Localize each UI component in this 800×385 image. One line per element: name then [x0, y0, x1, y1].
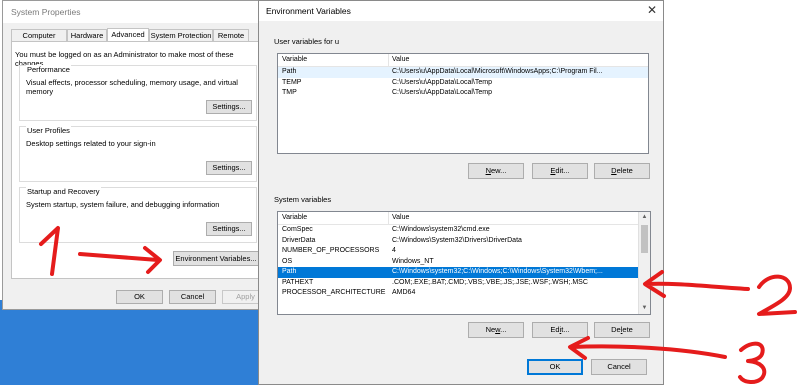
environment-variables-titlebar[interactable]: Environment Variables ✕	[259, 1, 663, 21]
startup-recovery-group: Startup and Recovery System startup, sys…	[19, 187, 257, 243]
variable-name: Path	[282, 268, 297, 275]
system-properties-window: System Properties Computer Name Hardware…	[2, 0, 269, 310]
tab-system-protection[interactable]: System Protection	[149, 29, 213, 41]
variable-value: C:\Users\u\AppData\Local\Temp	[392, 89, 492, 96]
environment-variables-button[interactable]: Environment Variables...	[173, 251, 259, 266]
list-item[interactable]: TEMP C:\Users\u\AppData\Local\Temp	[278, 78, 648, 89]
close-icon[interactable]: ✕	[645, 3, 659, 17]
column-header-variable[interactable]: Variable	[282, 56, 307, 63]
list-item[interactable]: NUMBER_OF_PROCESSORS 4	[278, 246, 650, 257]
list-item[interactable]: PATHEXT .COM;.EXE;.BAT;.CMD;.VBS;.VBE;.JS…	[278, 278, 650, 289]
list-item[interactable]: OS Windows_NT	[278, 257, 650, 268]
list-item[interactable]: DriverData C:\Windows\System32\Drivers\Dr…	[278, 236, 650, 247]
tab-advanced[interactable]: Advanced	[107, 28, 149, 42]
user-profiles-description: Desktop settings related to your sign-in	[26, 139, 156, 148]
scroll-thumb[interactable]	[641, 225, 648, 253]
column-header-value[interactable]: Value	[392, 214, 409, 221]
system-delete-button[interactable]: Delete	[594, 322, 650, 338]
user-variables-header: Variable Value	[278, 54, 648, 67]
tab-remote[interactable]: Remote	[213, 29, 249, 41]
variable-name: Path	[282, 68, 297, 75]
system-new-button[interactable]: New...	[468, 322, 524, 338]
system-properties-titlebar[interactable]: System Properties	[3, 1, 263, 23]
button-label-part: De	[611, 325, 621, 334]
variable-name: PATHEXT	[282, 278, 314, 286]
column-header-variable[interactable]: Variable	[282, 214, 307, 221]
variable-value: C:\Windows\system32\cmd.exe	[392, 226, 490, 233]
variable-value: C:\Windows\System32\Drivers\DriverData	[392, 236, 522, 244]
button-label-part: dit...	[555, 166, 570, 175]
startup-recovery-title: Startup and Recovery	[26, 187, 101, 196]
scroll-up-icon[interactable]: ▲	[639, 212, 650, 223]
vertical-scrollbar[interactable]: ▲ ▼	[638, 212, 650, 314]
environment-variables-title: Environment Variables	[266, 6, 351, 16]
button-label-part: Ed	[550, 325, 560, 334]
variable-value: Windows_NT	[392, 257, 434, 265]
button-label-part: elete	[616, 166, 633, 175]
env-cancel-button[interactable]: Cancel	[591, 359, 647, 375]
user-variables-label: User variables for u	[274, 37, 340, 46]
variable-value: .COM;.EXE;.BAT;.CMD;.VBS;.VBE;.JS;.JSE;.…	[392, 278, 588, 286]
variable-name: ComSpec	[282, 226, 313, 233]
list-item[interactable]: PROCESSOR_ARCHITECTURE AMD64	[278, 288, 650, 299]
system-variables-header: Variable Value	[278, 212, 650, 225]
button-label-part: ...	[500, 325, 507, 334]
list-item[interactable]: TMP C:\Users\u\AppData\Local\Temp	[278, 88, 648, 99]
variable-name: DriverData	[282, 236, 316, 244]
performance-description: Visual effects, processor scheduling, me…	[26, 78, 238, 96]
variable-value: C:\Users\u\AppData\Local\Temp	[392, 78, 492, 86]
variable-name: TMP	[282, 89, 297, 96]
system-properties-ok-button[interactable]: OK	[116, 290, 163, 304]
list-item[interactable]: ComSpec C:\Windows\system32\cmd.exe	[278, 225, 650, 236]
environment-variables-window: Environment Variables ✕ User variables f…	[258, 0, 664, 385]
system-variables-label: System variables	[274, 195, 332, 204]
tab-hardware[interactable]: Hardware	[67, 29, 107, 41]
column-separator	[388, 212, 389, 224]
variable-name: TEMP	[282, 78, 302, 86]
performance-settings-button[interactable]: Settings...	[206, 100, 252, 114]
variable-value: AMD64	[392, 289, 416, 296]
env-ok-button[interactable]: OK	[527, 359, 583, 375]
button-label-part: ete	[622, 325, 633, 334]
variable-name: PROCESSOR_ARCHITECTURE	[282, 289, 386, 296]
user-delete-button[interactable]: Delete	[594, 163, 650, 179]
startup-recovery-description: System startup, system failure, and debu…	[26, 200, 220, 209]
button-label-part: ew...	[490, 166, 507, 175]
user-variables-list[interactable]: Variable Value Path C:\Users\u\AppData\Lo…	[277, 53, 649, 154]
system-variables-list[interactable]: Variable Value ComSpec C:\Windows\system3…	[277, 211, 651, 315]
variable-name: NUMBER_OF_PROCESSORS	[282, 247, 380, 254]
desktop-background-right	[663, 0, 800, 385]
column-header-value[interactable]: Value	[392, 56, 409, 63]
user-edit-button[interactable]: Edit...	[532, 163, 588, 179]
startup-recovery-settings-button[interactable]: Settings...	[206, 222, 252, 236]
system-edit-button[interactable]: Edit...	[532, 322, 588, 338]
button-label-part: Ne	[485, 325, 496, 334]
user-profiles-group: User Profiles Desktop settings related t…	[19, 126, 257, 182]
user-new-button[interactable]: New...	[468, 163, 524, 179]
column-separator	[388, 54, 389, 66]
button-label-part: t...	[561, 325, 570, 334]
user-profiles-title: User Profiles	[26, 126, 71, 135]
system-properties-title: System Properties	[11, 7, 81, 17]
performance-title: Performance	[26, 65, 71, 74]
desktop-background	[0, 300, 258, 385]
list-item[interactable]: Path C:\Users\u\AppData\Local\Microsoft\W…	[278, 67, 648, 78]
variable-value: C:\Windows\system32;C:\Windows;C:\Window…	[392, 268, 603, 275]
user-profiles-settings-button[interactable]: Settings...	[206, 161, 252, 175]
variable-value: C:\Users\u\AppData\Local\Microsoft\Windo…	[392, 68, 603, 75]
variable-value: 4	[392, 247, 396, 254]
performance-group: Performance Visual effects, processor sc…	[19, 65, 257, 121]
variable-name: OS	[282, 257, 293, 265]
list-item-selected[interactable]: Path C:\Windows\system32;C:\Windows;C:\Wi…	[278, 267, 650, 278]
tab-computer-name[interactable]: Computer Name	[11, 29, 67, 52]
scroll-down-icon[interactable]: ▼	[639, 303, 650, 314]
system-properties-cancel-button[interactable]: Cancel	[169, 290, 216, 304]
